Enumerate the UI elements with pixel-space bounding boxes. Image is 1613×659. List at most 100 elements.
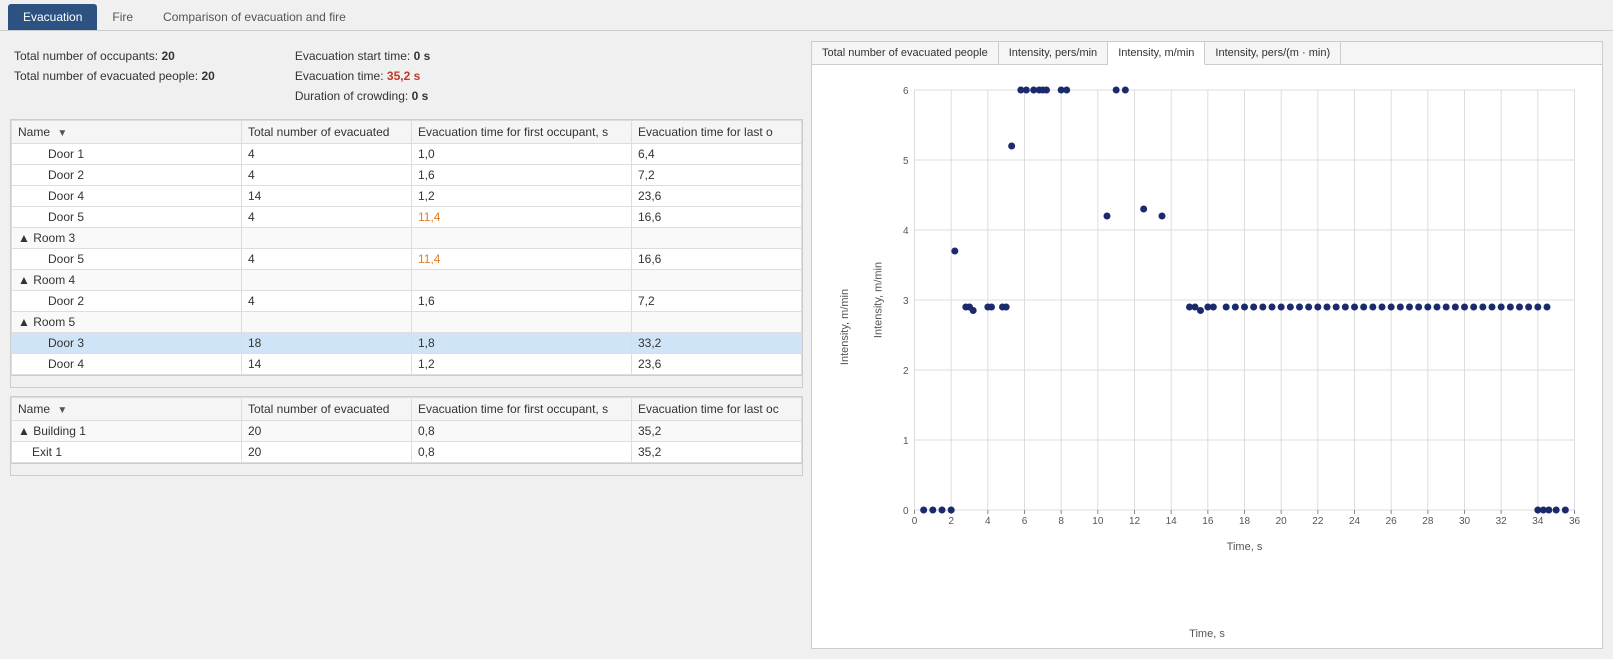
data-point xyxy=(1113,87,1120,94)
cell-name: ▲ Building 1 xyxy=(12,421,242,442)
data-point xyxy=(1333,304,1340,311)
top-table: Name ▼ Total number of evacuated Evacuat… xyxy=(11,120,802,375)
svg-text:20: 20 xyxy=(1276,516,1288,527)
chart-svg: 0123456024681012141618202224262830323436… xyxy=(867,75,1592,555)
cell-last: 16,6 xyxy=(632,249,802,270)
chart-tab-intensity-pers[interactable]: Intensity, pers/min xyxy=(999,42,1108,64)
bottom-col-header-last: Evacuation time for last oc xyxy=(632,398,802,421)
top-table-wrapper: Name ▼ Total number of evacuated Evacuat… xyxy=(10,119,803,388)
data-point xyxy=(1424,304,1431,311)
data-point xyxy=(1388,304,1395,311)
cell-name: Door 2 xyxy=(12,165,242,186)
cell-last: 23,6 xyxy=(632,354,802,375)
chart-area: Intensity, m/min 01234560246810121416182… xyxy=(812,65,1602,648)
data-point xyxy=(1516,304,1523,311)
cell-evacuated: 4 xyxy=(242,165,412,186)
table-row[interactable]: Door 241,67,2 xyxy=(12,165,802,186)
bottom-col-header-name: Name ▼ xyxy=(12,398,242,421)
cell-name: ▲ Room 4 xyxy=(12,270,242,291)
stat-evacuated-people: Total number of evacuated people: 20 xyxy=(14,69,215,83)
table-row[interactable]: ▲ Building 1200,835,2 xyxy=(12,421,802,442)
table-row[interactable]: Door 4141,223,6 xyxy=(12,186,802,207)
col-header-name: Name ▼ xyxy=(12,121,242,144)
table-row[interactable]: Door 5411,416,6 xyxy=(12,207,802,228)
top-table-scroll[interactable]: Name ▼ Total number of evacuated Evacuat… xyxy=(11,120,802,375)
svg-text:3: 3 xyxy=(903,296,909,307)
data-point xyxy=(1406,304,1413,311)
bottom-table-wrapper: Name ▼ Total number of evacuated Evacuat… xyxy=(10,396,803,476)
cell-last: 6,4 xyxy=(632,144,802,165)
data-point xyxy=(970,307,977,314)
table-row[interactable]: Exit 1200,835,2 xyxy=(12,442,802,463)
cell-first: 11,4 xyxy=(412,249,632,270)
table-row[interactable]: Door 241,67,2 xyxy=(12,291,802,312)
cell-first: 0,8 xyxy=(412,421,632,442)
cell-evacuated: 18 xyxy=(242,333,412,354)
cell-last: 35,2 xyxy=(632,421,802,442)
cell-first: 1,2 xyxy=(412,354,632,375)
tab-bar: Evacuation Fire Comparison of evacuation… xyxy=(0,0,1613,31)
top-table-body: Door 141,06,4Door 241,67,2Door 4141,223,… xyxy=(12,144,802,375)
data-point xyxy=(1210,304,1217,311)
bottom-table-scroll[interactable]: Name ▼ Total number of evacuated Evacuat… xyxy=(11,397,802,463)
cell-last xyxy=(632,270,802,291)
data-point xyxy=(1250,304,1257,311)
tab-evacuation[interactable]: Evacuation xyxy=(8,4,97,30)
data-point xyxy=(1452,304,1459,311)
svg-text:6: 6 xyxy=(1022,516,1028,527)
table-row[interactable]: ▲ Room 4 xyxy=(12,270,802,291)
cell-first: 1,2 xyxy=(412,186,632,207)
table-row[interactable]: Door 5411,416,6 xyxy=(12,249,802,270)
table-row[interactable]: ▲ Room 3 xyxy=(12,228,802,249)
data-point xyxy=(1397,304,1404,311)
data-point xyxy=(1342,304,1349,311)
chart-tab-intensity-m[interactable]: Intensity, m/min xyxy=(1108,42,1205,65)
data-point xyxy=(1489,304,1496,311)
top-table-hscrollbar[interactable] xyxy=(11,375,802,387)
tab-fire[interactable]: Fire xyxy=(97,4,148,30)
svg-text:24: 24 xyxy=(1349,516,1361,527)
svg-text:28: 28 xyxy=(1422,516,1434,527)
cell-last xyxy=(632,312,802,333)
svg-text:16: 16 xyxy=(1202,516,1214,527)
data-point xyxy=(1296,304,1303,311)
data-point xyxy=(1434,304,1441,311)
cell-first: 1,6 xyxy=(412,165,632,186)
col-header-first: Evacuation time for first occupant, s xyxy=(412,121,632,144)
svg-text:0: 0 xyxy=(912,516,918,527)
cell-name: Door 2 xyxy=(12,291,242,312)
cell-evacuated: 4 xyxy=(242,144,412,165)
svg-text:10: 10 xyxy=(1092,516,1104,527)
svg-text:30: 30 xyxy=(1459,516,1471,527)
bottom-table-hscrollbar[interactable] xyxy=(11,463,802,475)
cell-first: 11,4 xyxy=(412,207,632,228)
cell-name: ▲ Room 5 xyxy=(12,312,242,333)
data-point xyxy=(1479,304,1486,311)
svg-text:4: 4 xyxy=(985,516,991,527)
main-content: Total number of occupants: 20 Total numb… xyxy=(0,31,1613,659)
data-point xyxy=(1351,304,1358,311)
svg-text:26: 26 xyxy=(1386,516,1398,527)
chart-tab-intensity-persm[interactable]: Intensity, pers/(m · min) xyxy=(1205,42,1341,64)
cell-evacuated: 4 xyxy=(242,291,412,312)
table-row[interactable]: ▲ Room 5 xyxy=(12,312,802,333)
svg-text:0: 0 xyxy=(903,506,909,517)
cell-name: Exit 1 xyxy=(12,442,242,463)
table-row[interactable]: Door 141,06,4 xyxy=(12,144,802,165)
data-point xyxy=(1232,304,1239,311)
data-point xyxy=(1287,304,1294,311)
data-point xyxy=(1278,304,1285,311)
chart-tab-total[interactable]: Total number of evacuated people xyxy=(812,42,999,64)
data-point xyxy=(1043,87,1050,94)
svg-text:6: 6 xyxy=(903,86,909,97)
tab-comparison[interactable]: Comparison of evacuation and fire xyxy=(148,4,361,30)
filter-icon[interactable]: ▼ xyxy=(57,128,67,139)
cell-evacuated: 14 xyxy=(242,186,412,207)
cell-name: Door 1 xyxy=(12,144,242,165)
bottom-filter-icon[interactable]: ▼ xyxy=(57,405,67,416)
table-row[interactable]: Door 3181,833,2 xyxy=(12,333,802,354)
svg-text:14: 14 xyxy=(1166,516,1178,527)
cell-first: 1,0 xyxy=(412,144,632,165)
data-point xyxy=(1063,87,1070,94)
table-row[interactable]: Door 4141,223,6 xyxy=(12,354,802,375)
